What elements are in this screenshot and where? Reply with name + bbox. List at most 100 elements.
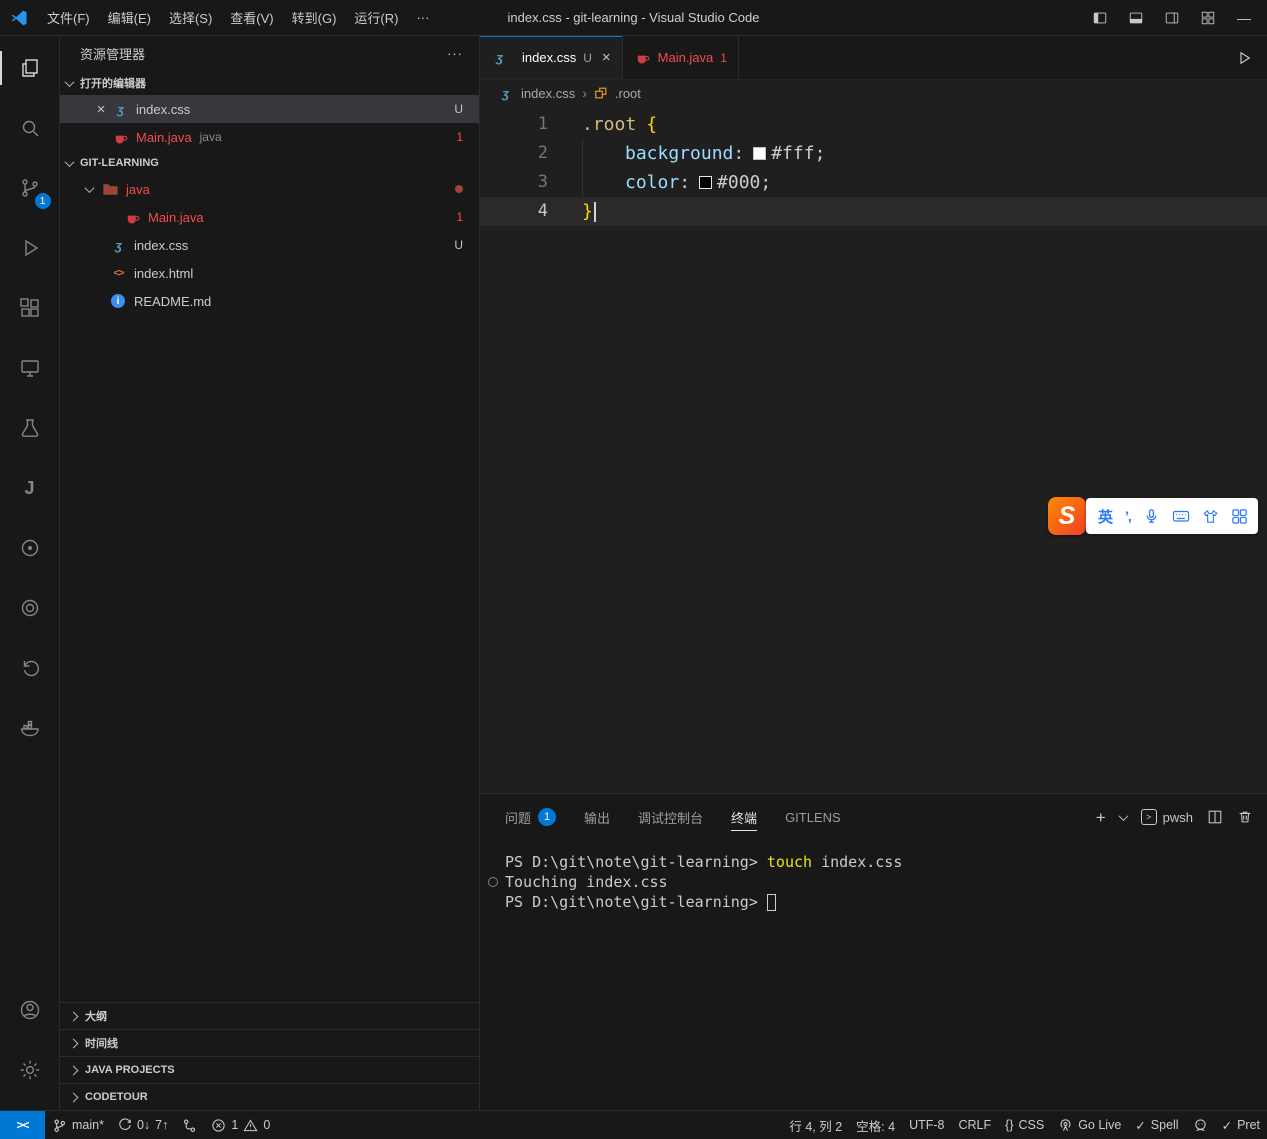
menu-run[interactable]: 运行(R) [345,4,407,31]
panel-tab-gitlens[interactable]: GITLENS [785,794,841,840]
go-live-item[interactable]: Go Live [1051,1111,1128,1139]
sync-incoming: 0↓ [137,1118,150,1132]
skin-shirt-icon[interactable] [1202,508,1219,525]
chevron-right-icon: › [582,85,587,101]
run-button[interactable] [1235,49,1253,67]
code-area[interactable]: 1 .root{ 2 background:#fff; 3 color:#000… [480,106,1267,226]
section-codetour[interactable]: CODETOUR [60,1083,479,1110]
code-line-4[interactable]: 4 } [480,197,1267,226]
activity-target-tool[interactable] [6,584,54,632]
terminal-shell-item[interactable]: > pwsh [1141,809,1193,825]
explorer-more-icon[interactable]: ··· [447,46,463,61]
code-line-3[interactable]: 3 color:#000; [480,168,1267,197]
panel-tab-terminal[interactable]: 终端 [731,794,757,840]
minimize-button[interactable]: — [1235,9,1253,27]
activity-run-debug[interactable] [6,224,54,272]
breadcrumb-symbol[interactable]: .root [615,86,641,101]
indentation-item[interactable]: 空格: 4 [849,1111,902,1139]
code-line-2[interactable]: 2 background:#fff; [480,139,1267,168]
keyboard-icon[interactable] [1172,507,1190,525]
activity-java[interactable]: J [6,464,54,512]
code-line-1[interactable]: 1 .root{ [480,110,1267,139]
activity-docker[interactable] [6,704,54,752]
tab-mainjava[interactable]: Main.java 1 [623,36,739,79]
tab-indexcss[interactable]: ʒ index.css U × [480,36,623,79]
file-name: Main.java [148,210,204,225]
sync-item[interactable]: 0↓ 7↑ [111,1111,175,1139]
close-icon[interactable]: × [90,101,112,118]
menu-more[interactable]: ··· [407,6,438,29]
chevron-down-icon [65,157,75,167]
prettier-item[interactable]: ✓ Pret [1215,1111,1267,1139]
chevron-right-icon [69,1092,79,1102]
split-terminal-icon[interactable] [1207,809,1223,825]
encoding-item[interactable]: UTF-8 [902,1111,951,1139]
activity-remote-explorer[interactable] [6,344,54,392]
activity-testing[interactable] [6,404,54,452]
color-swatch[interactable] [753,147,766,160]
activity-settings[interactable] [6,1046,54,1094]
color-swatch[interactable] [699,176,712,189]
compare-branch-item[interactable] [175,1111,204,1139]
breadcrumb-file[interactable]: index.css [521,86,575,101]
open-editor-item-indexcss[interactable]: × ʒ index.css U [60,95,479,123]
section-java-projects[interactable]: JAVA PROJECTS [60,1056,479,1083]
problems-badge: 1 [456,130,463,144]
eol-item[interactable]: CRLF [951,1111,998,1139]
letter-j-icon: J [24,478,34,499]
toggle-panel-icon[interactable] [1127,9,1145,27]
toggle-secondary-sidebar-icon[interactable] [1163,9,1181,27]
menu-goto[interactable]: 转到(G) [283,4,346,31]
workspace-label: GIT-LEARNING [80,157,159,169]
tree-file-mainjava[interactable]: Main.java 1 [60,203,479,231]
tree-file-readme[interactable]: i README.md [60,287,479,315]
open-editor-item-mainjava[interactable]: Main.java java 1 [60,123,479,151]
activity-account[interactable] [6,986,54,1034]
line-col-item[interactable]: 行 4, 列 2 [782,1111,849,1139]
activity-search[interactable] [6,104,54,152]
toolbox-grid-icon[interactable] [1231,508,1248,525]
command-decoration-icon[interactable] [488,877,498,887]
close-icon[interactable]: × [602,49,611,66]
chevron-down-icon [85,183,95,193]
menu-view[interactable]: 查看(V) [221,4,282,31]
activity-history[interactable] [6,644,54,692]
panel-tab-problems[interactable]: 问题 1 [505,794,556,840]
bottom-panel: 问题 1 输出 调试控制台 终端 GITLENS + > pwsh PS D:\… [480,793,1267,1110]
spell-item[interactable]: ✓ Spell [1128,1111,1185,1139]
activity-extensions[interactable] [6,284,54,332]
new-terminal-button[interactable]: + [1096,809,1106,826]
check-icon: ✓ [1222,1118,1232,1133]
java-file-icon [124,209,141,226]
menu-file[interactable]: 文件(F) [38,4,99,31]
panel-tab-output[interactable]: 输出 [584,794,610,840]
tree-file-indexhtml[interactable]: <> index.html [60,259,479,287]
workspace-header[interactable]: GIT-LEARNING [60,151,479,175]
problems-item[interactable]: 1 0 [204,1111,277,1139]
sogou-logo-icon[interactable]: S [1048,497,1086,535]
microphone-icon[interactable] [1143,508,1160,525]
customize-layout-icon[interactable] [1199,9,1217,27]
ime-language-mode[interactable]: 英 [1098,506,1113,527]
activity-source-control[interactable]: 1 [6,164,54,212]
open-editors-header[interactable]: 打开的编辑器 [60,71,479,95]
github-item[interactable] [1186,1111,1215,1139]
ime-punctuation-toggle[interactable]: ’, [1125,508,1131,524]
terminal-content[interactable]: PS D:\git\note\git-learning> touch index… [480,840,1267,912]
menu-edit[interactable]: 编辑(E) [99,4,160,31]
tree-file-indexcss[interactable]: ʒ index.css U [60,231,479,259]
tree-folder-java[interactable]: java [60,175,479,203]
terminal-dropdown-icon[interactable] [1118,811,1128,821]
kill-terminal-icon[interactable] [1237,809,1253,825]
branch-item[interactable]: main* [45,1111,111,1139]
toggle-primary-sidebar-icon[interactable] [1091,9,1109,27]
activity-circle-tool[interactable] [6,524,54,572]
activity-explorer[interactable] [6,44,54,92]
remote-indicator[interactable]: >< [0,1111,45,1139]
java-file-icon [112,129,129,146]
language-item[interactable]: {} CSS [998,1111,1051,1139]
section-timeline[interactable]: 时间线 [60,1029,479,1056]
section-outline[interactable]: 大纲 [60,1002,479,1029]
menu-selection[interactable]: 选择(S) [160,4,221,31]
panel-tab-debug-console[interactable]: 调试控制台 [638,794,703,840]
